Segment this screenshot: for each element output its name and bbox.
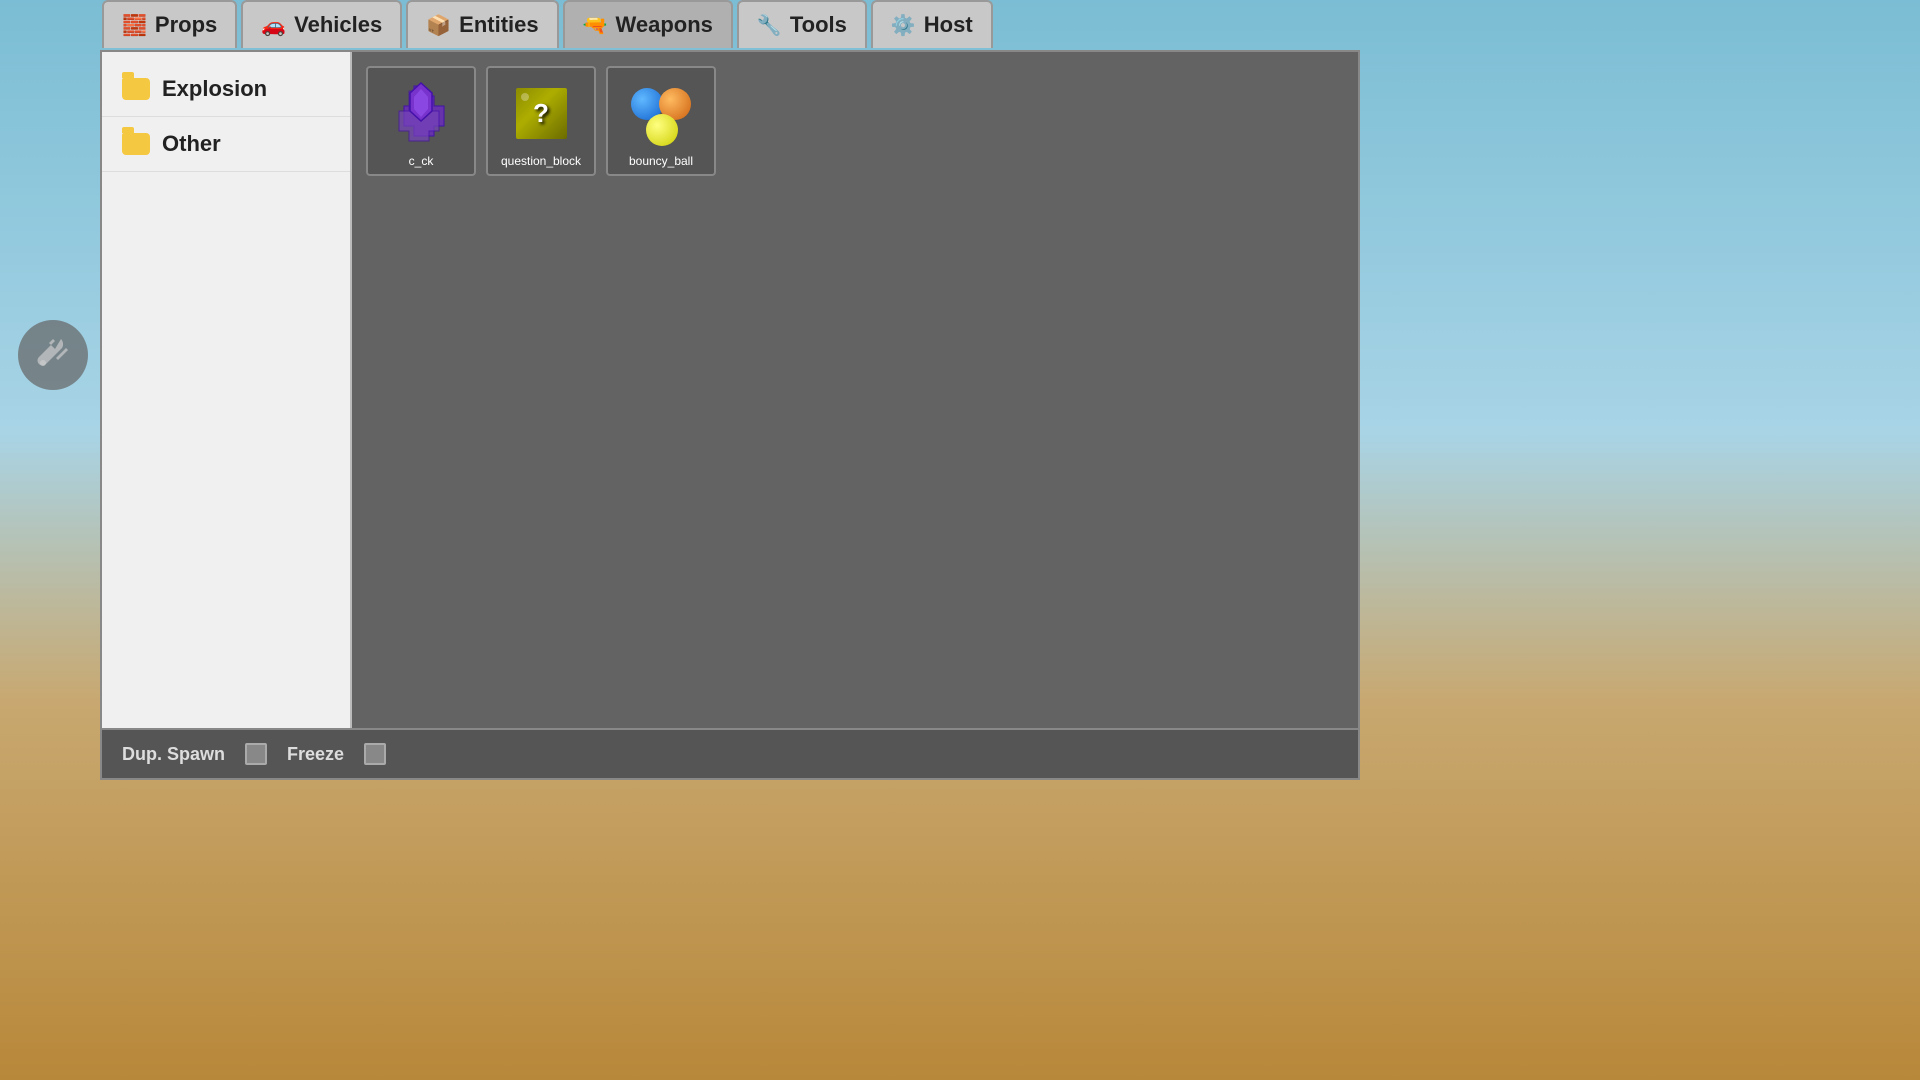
sidebar-item-explosion[interactable]: Explosion: [102, 62, 350, 117]
dup-spawn-checkbox[interactable]: [245, 743, 267, 765]
qblock-spot: [521, 93, 529, 101]
tab-weapons-label: Weapons: [616, 12, 713, 38]
dup-spawn-label: Dup. Spawn: [122, 744, 225, 765]
item-label-question-block: question_block: [488, 154, 594, 168]
item-label-c-ck: c_ck: [368, 154, 474, 168]
tab-bar: 🧱 Props 🚗 Vehicles 📦 Entities 🔫 Weapons …: [102, 0, 993, 48]
items-grid: c_ck ? question_block: [366, 66, 1344, 176]
item-c-ck[interactable]: c_ck: [366, 66, 476, 176]
tools-icon: 🔧: [757, 13, 782, 38]
item-bouncy-ball[interactable]: bouncy_ball: [606, 66, 716, 176]
freeze-checkbox[interactable]: [364, 743, 386, 765]
question-mark: ?: [533, 98, 549, 129]
sidebar-item-other[interactable]: Other: [102, 117, 350, 172]
tab-vehicles[interactable]: 🚗 Vehicles: [241, 0, 402, 48]
bottom-bar: Dup. Spawn Freeze: [102, 728, 1358, 778]
folder-icon-explosion: [122, 78, 150, 100]
tools-overlay-button[interactable]: [18, 320, 88, 390]
content-area: c_ck ? question_block: [352, 52, 1358, 728]
sidebar: Explosion Other: [102, 52, 352, 728]
panel-body: Explosion Other c_ck: [102, 52, 1358, 728]
question-block-shape: ?: [514, 86, 569, 141]
tab-host[interactable]: ⚙️ Host: [871, 0, 993, 48]
item-question-block[interactable]: ? question_block: [486, 66, 596, 176]
tab-entities[interactable]: 📦 Entities: [406, 0, 558, 48]
sidebar-label-explosion: Explosion: [162, 76, 267, 102]
tab-vehicles-label: Vehicles: [294, 12, 382, 38]
tab-props-label: Props: [155, 12, 217, 38]
tab-tools-label: Tools: [790, 12, 847, 38]
tab-tools[interactable]: 🔧 Tools: [737, 0, 867, 48]
bouncy-ball-shape: [626, 78, 696, 148]
c-ck-shape: [394, 81, 449, 146]
wrench-icon: [33, 335, 73, 375]
props-icon: 🧱: [122, 13, 147, 38]
weapons-icon: 🔫: [583, 13, 608, 38]
tab-host-label: Host: [924, 12, 973, 38]
tab-props[interactable]: 🧱 Props: [102, 0, 237, 48]
sidebar-label-other: Other: [162, 131, 221, 157]
entities-icon: 📦: [426, 13, 451, 38]
tab-weapons[interactable]: 🔫 Weapons: [563, 0, 733, 48]
tab-entities-label: Entities: [459, 12, 538, 38]
freeze-label: Freeze: [287, 744, 344, 765]
vehicles-icon: 🚗: [261, 13, 286, 38]
host-icon: ⚙️: [891, 13, 916, 38]
folder-icon-other: [122, 133, 150, 155]
item-label-bouncy-ball: bouncy_ball: [608, 154, 714, 168]
ball-yellow: [646, 114, 678, 146]
main-panel: 🧱 Props 🚗 Vehicles 📦 Entities 🔫 Weapons …: [100, 50, 1360, 780]
